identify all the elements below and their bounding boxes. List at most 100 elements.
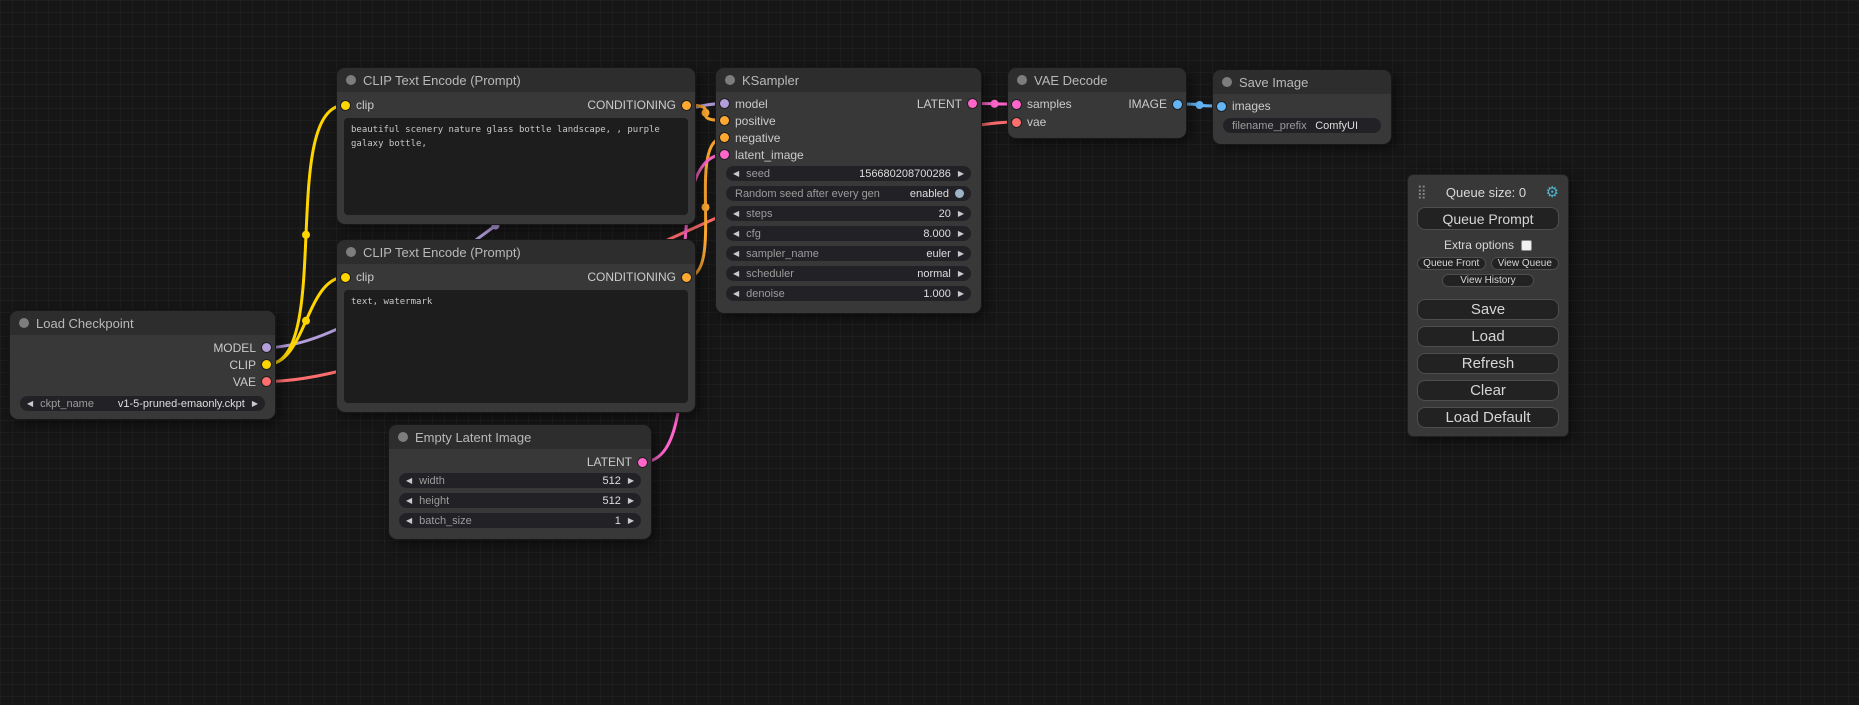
decrement-arrow-icon[interactable]: ◀ bbox=[733, 290, 739, 298]
filename-prefix-widget[interactable]: filename_prefix ComfyUI bbox=[1223, 118, 1381, 133]
clip-input-dot[interactable] bbox=[341, 273, 350, 282]
save-button[interactable]: Save bbox=[1417, 299, 1559, 320]
queue-front-button[interactable]: Queue Front bbox=[1417, 257, 1486, 270]
node-title-bar[interactable]: Empty Latent Image bbox=[389, 425, 651, 449]
collapse-dot[interactable] bbox=[398, 432, 408, 442]
next-value-arrow-icon[interactable]: ▶ bbox=[958, 250, 964, 258]
next-value-arrow-icon[interactable]: ▶ bbox=[252, 400, 258, 408]
vae-output-dot[interactable] bbox=[262, 377, 271, 386]
prev-value-arrow-icon[interactable]: ◀ bbox=[733, 250, 739, 258]
node-empty-latent-image[interactable]: Empty Latent Image LATENT ◀ width 512 ▶ … bbox=[389, 425, 651, 539]
output-slot-conditioning[interactable]: CONDITIONING bbox=[587, 270, 695, 284]
model-output-dot[interactable] bbox=[262, 343, 271, 352]
node-title-bar[interactable]: KSampler bbox=[716, 68, 981, 92]
latent-image-input-dot[interactable] bbox=[720, 150, 729, 159]
samples-input-dot[interactable] bbox=[1012, 100, 1021, 109]
latent-output-dot[interactable] bbox=[638, 458, 647, 467]
node-title-bar[interactable]: CLIP Text Encode (Prompt) bbox=[337, 240, 695, 264]
next-value-arrow-icon[interactable]: ▶ bbox=[958, 270, 964, 278]
input-slot-positive[interactable]: positive bbox=[716, 112, 981, 129]
node-ksampler[interactable]: KSampler LATENT model positive negative … bbox=[716, 68, 981, 313]
node-vae-decode[interactable]: VAE Decode IMAGE samples vae bbox=[1008, 68, 1186, 138]
cfg-widget[interactable]: ◀ cfg 8.000 ▶ bbox=[726, 226, 971, 241]
clip-output-dot[interactable] bbox=[262, 360, 271, 369]
settings-gear-icon[interactable]: ⚙ bbox=[1546, 185, 1559, 200]
increment-arrow-icon[interactable]: ▶ bbox=[958, 290, 964, 298]
seed-widget[interactable]: ◀ seed 156680208700286 ▶ bbox=[726, 166, 971, 181]
denoise-widget[interactable]: ◀ denoise 1.000 ▶ bbox=[726, 286, 971, 301]
sampler-name-widget[interactable]: ◀ sampler_name euler ▶ bbox=[726, 246, 971, 261]
positive-prompt-textarea[interactable]: beautiful scenery nature glass bottle la… bbox=[344, 118, 688, 215]
node-title-bar[interactable]: VAE Decode bbox=[1008, 68, 1186, 92]
width-widget[interactable]: ◀ width 512 ▶ bbox=[399, 473, 641, 488]
node-title-bar[interactable]: CLIP Text Encode (Prompt) bbox=[337, 68, 695, 92]
decrement-arrow-icon[interactable]: ◀ bbox=[733, 230, 739, 238]
node-save-image[interactable]: Save Image images filename_prefix ComfyU… bbox=[1213, 70, 1391, 144]
view-history-button[interactable]: View History bbox=[1442, 274, 1534, 287]
node-load-checkpoint[interactable]: Load Checkpoint MODEL CLIP VAE ◀ ckpt_na… bbox=[10, 311, 275, 419]
images-input-dot[interactable] bbox=[1217, 102, 1226, 111]
node-title-bar[interactable]: Load Checkpoint bbox=[10, 311, 275, 335]
batch-size-widget[interactable]: ◀ batch_size 1 ▶ bbox=[399, 513, 641, 528]
node-graph-canvas[interactable]: Load Checkpoint MODEL CLIP VAE ◀ ckpt_na… bbox=[0, 0, 1859, 705]
drag-handle-icon[interactable]: ⣿ bbox=[1417, 184, 1427, 200]
increment-arrow-icon[interactable]: ▶ bbox=[628, 477, 634, 485]
decrement-arrow-icon[interactable]: ◀ bbox=[733, 210, 739, 218]
input-slot-clip[interactable]: clip bbox=[337, 270, 374, 284]
prev-value-arrow-icon[interactable]: ◀ bbox=[27, 400, 33, 408]
input-slot-clip[interactable]: clip bbox=[337, 98, 374, 112]
decrement-arrow-icon[interactable]: ◀ bbox=[406, 517, 412, 525]
increment-arrow-icon[interactable]: ▶ bbox=[628, 497, 634, 505]
increment-arrow-icon[interactable]: ▶ bbox=[958, 230, 964, 238]
conditioning-output-dot[interactable] bbox=[682, 101, 691, 110]
collapse-dot[interactable] bbox=[1017, 75, 1027, 85]
decrement-arrow-icon[interactable]: ◀ bbox=[406, 477, 412, 485]
node-clip-text-encode-positive[interactable]: CLIP Text Encode (Prompt) clip CONDITION… bbox=[337, 68, 695, 224]
collapse-dot[interactable] bbox=[346, 75, 356, 85]
output-slot-vae[interactable]: VAE bbox=[10, 373, 275, 390]
input-slot-vae[interactable]: vae bbox=[1008, 113, 1186, 131]
output-slot-conditioning[interactable]: CONDITIONING bbox=[587, 98, 695, 112]
output-slot-model[interactable]: MODEL bbox=[10, 339, 275, 356]
refresh-button[interactable]: Refresh bbox=[1417, 353, 1559, 374]
clip-input-dot[interactable] bbox=[341, 101, 350, 110]
conditioning-output-dot[interactable] bbox=[682, 273, 691, 282]
scheduler-widget[interactable]: ◀ scheduler normal ▶ bbox=[726, 266, 971, 281]
positive-input-dot[interactable] bbox=[720, 116, 729, 125]
height-widget[interactable]: ◀ height 512 ▶ bbox=[399, 493, 641, 508]
collapse-dot[interactable] bbox=[19, 318, 29, 328]
load-default-button[interactable]: Load Default bbox=[1417, 407, 1559, 428]
node-clip-text-encode-negative[interactable]: CLIP Text Encode (Prompt) clip CONDITION… bbox=[337, 240, 695, 412]
output-slot-latent[interactable]: LATENT bbox=[917, 95, 981, 112]
increment-arrow-icon[interactable]: ▶ bbox=[958, 210, 964, 218]
view-queue-button[interactable]: View Queue bbox=[1491, 257, 1560, 270]
clear-button[interactable]: Clear bbox=[1417, 380, 1559, 401]
input-slot-latent-image[interactable]: latent_image bbox=[716, 146, 981, 163]
model-input-dot[interactable] bbox=[720, 99, 729, 108]
collapse-dot[interactable] bbox=[725, 75, 735, 85]
ckpt-name-widget[interactable]: ◀ ckpt_name v1-5-pruned-emaonly.ckpt ▶ bbox=[20, 396, 265, 411]
negative-prompt-textarea[interactable]: text, watermark bbox=[344, 290, 688, 403]
prev-value-arrow-icon[interactable]: ◀ bbox=[733, 270, 739, 278]
queue-panel[interactable]: ⣿ Queue size: 0 ⚙ Queue Prompt Extra opt… bbox=[1408, 175, 1568, 436]
image-output-dot[interactable] bbox=[1173, 100, 1182, 109]
increment-arrow-icon[interactable]: ▶ bbox=[628, 517, 634, 525]
decrement-arrow-icon[interactable]: ◀ bbox=[406, 497, 412, 505]
extra-options-checkbox[interactable] bbox=[1521, 240, 1532, 251]
random-seed-toggle[interactable] bbox=[955, 189, 964, 198]
queue-prompt-button[interactable]: Queue Prompt bbox=[1417, 207, 1559, 230]
latent-output-dot[interactable] bbox=[968, 99, 977, 108]
steps-widget[interactable]: ◀ steps 20 ▶ bbox=[726, 206, 971, 221]
load-button[interactable]: Load bbox=[1417, 326, 1559, 347]
output-slot-image[interactable]: IMAGE bbox=[1128, 95, 1186, 113]
input-slot-negative[interactable]: negative bbox=[716, 129, 981, 146]
output-slot-clip[interactable]: CLIP bbox=[10, 356, 275, 373]
negative-input-dot[interactable] bbox=[720, 133, 729, 142]
node-title-bar[interactable]: Save Image bbox=[1213, 70, 1391, 94]
increment-arrow-icon[interactable]: ▶ bbox=[958, 170, 964, 178]
decrement-arrow-icon[interactable]: ◀ bbox=[733, 170, 739, 178]
output-slot-latent[interactable]: LATENT bbox=[389, 452, 651, 472]
input-slot-images[interactable]: images bbox=[1213, 97, 1391, 115]
collapse-dot[interactable] bbox=[346, 247, 356, 257]
collapse-dot[interactable] bbox=[1222, 77, 1232, 87]
